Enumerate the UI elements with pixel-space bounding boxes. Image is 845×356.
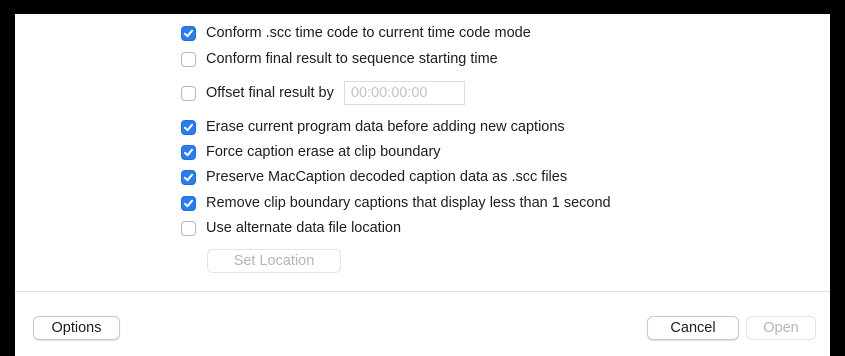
option-alternate-data-location[interactable]: Use alternate data file location [181,218,401,238]
option-label: Remove clip boundary captions that displ… [206,195,611,211]
checkmark-icon [184,199,193,207]
option-preserve-maccaption[interactable]: Preserve MacCaption decoded caption data… [181,167,567,187]
open-button[interactable]: Open [746,316,816,340]
option-force-caption-erase[interactable]: Force caption erase at clip boundary [181,142,441,162]
option-label: Erase current program data before adding… [206,119,565,135]
checkbox-erase-program-data[interactable] [181,119,196,135]
checkbox-conform-final-result[interactable] [181,51,196,67]
option-label: Offset final result by [206,85,334,101]
checkbox-alternate-data-location[interactable] [181,220,196,236]
option-label: Force caption erase at clip boundary [206,144,441,160]
option-conform-scc-timecode[interactable]: Conform .scc time code to current time c… [181,23,531,43]
set-location-button[interactable]: Set Location [207,249,341,273]
option-conform-final-result[interactable]: Conform final result to sequence startin… [181,49,498,69]
option-label: Use alternate data file location [206,220,402,236]
offset-timecode-input[interactable] [343,81,465,105]
checkbox-remove-boundary-captions[interactable] [181,195,196,211]
option-label: Preserve MacCaption decoded caption data… [206,169,568,185]
checkmark-icon [184,173,193,181]
footer-divider [15,291,830,292]
option-offset-final-result[interactable]: Offset final result by [181,81,465,105]
option-label: Conform final result to sequence startin… [206,51,498,67]
checkmark-icon [184,29,193,37]
options-button[interactable]: Options [33,316,120,340]
checkmark-icon [184,123,193,131]
option-erase-program-data[interactable]: Erase current program data before adding… [181,117,565,137]
checkmark-icon [184,148,193,156]
cancel-button[interactable]: Cancel [647,316,739,340]
option-remove-boundary-captions[interactable]: Remove clip boundary captions that displ… [181,193,611,213]
checkbox-conform-scc-timecode[interactable] [181,25,196,41]
options-area: Conform .scc time code to current time c… [15,14,830,290]
option-label: Conform .scc time code to current time c… [206,25,531,41]
checkbox-preserve-maccaption[interactable] [181,169,196,185]
dialog-panel: Conform .scc time code to current time c… [15,14,830,356]
checkbox-offset-final-result[interactable] [181,85,196,101]
checkbox-force-caption-erase[interactable] [181,144,196,160]
